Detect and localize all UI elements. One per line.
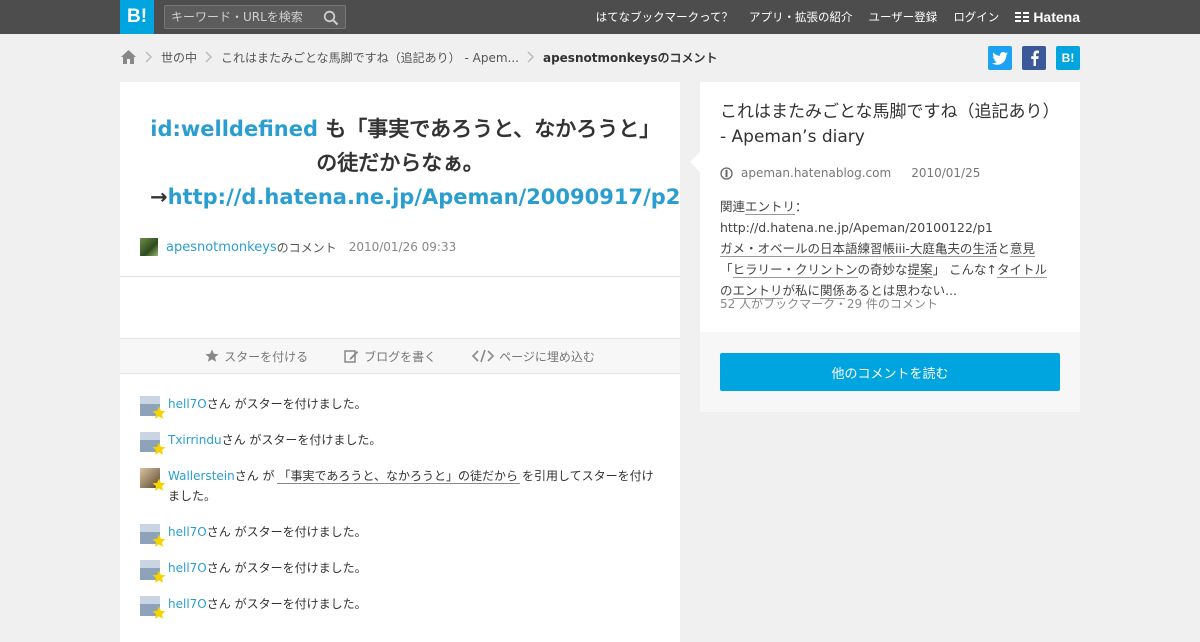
star-list: hell7Oさん がスターを付けました。 Txirrinduさん がスターを付け…: [140, 394, 660, 630]
star-text: さん がスターを付けました。: [206, 597, 367, 611]
keyword-link[interactable]: 提案: [907, 262, 933, 278]
add-star-button[interactable]: スターを付ける: [205, 348, 308, 365]
star-icon: [152, 406, 166, 419]
star-icon: [152, 442, 166, 455]
list-item: hell7Oさん がスターを付けました。: [140, 594, 660, 619]
mentioned-user-link[interactable]: id:welldefined: [150, 117, 318, 141]
site-favicon-icon: [720, 166, 733, 180]
entry-title[interactable]: これはまたみごとな馬脚ですね（追記あり） - Apeman’s diary: [720, 100, 1065, 150]
action-bar: スターを付ける ブログを書く ページに埋め込む: [120, 338, 680, 374]
comment-card: id:welldefined も「事実であろうと、なかろうと」の徒だからなぁ。→…: [120, 82, 680, 642]
list-item: hell7Oさん がスターを付けました。: [140, 522, 660, 547]
hatena-brand[interactable]: Hatena: [1015, 9, 1080, 25]
keyword-link[interactable]: タイトル: [997, 262, 1048, 278]
nav-about[interactable]: はてなブックマークって？: [596, 9, 733, 25]
summary-text: 」 こんな↑: [932, 262, 998, 277]
hatena-logo-icon: [1015, 12, 1030, 22]
star-icon: [152, 570, 166, 583]
add-star-label: スターを付ける: [224, 349, 309, 364]
twitter-icon: [992, 51, 1008, 65]
summary-text: 「: [720, 262, 733, 277]
breadcrumb-current: apesnotmonkeysのコメント: [542, 50, 718, 65]
search-box[interactable]: [164, 5, 346, 29]
facebook-share-button[interactable]: [1022, 46, 1046, 70]
breadcrumb-entry[interactable]: これはまたみごとな馬脚ですね（追記あり） - Apem...: [221, 49, 519, 66]
bookmark-count[interactable]: 52 人がブックマーク・29 件のコメント: [720, 295, 938, 312]
embed-label: ページに埋め込む: [499, 349, 595, 364]
chevron-right-icon: [205, 51, 213, 63]
chevron-right-icon: [145, 51, 153, 63]
star-text: さん がスターを付けました。: [206, 525, 367, 539]
star-icon: [152, 478, 166, 491]
star-user-link[interactable]: Txirrindu: [168, 433, 222, 447]
search-icon[interactable]: [323, 10, 339, 26]
comment-body: id:welldefined も「事実であろうと、なかろうと」の徒だからなぁ。→…: [150, 112, 680, 214]
share-buttons: B!: [978, 46, 1080, 70]
entry-card: これはまたみごとな馬脚ですね（追記あり） - Apeman’s diary ap…: [690, 82, 1080, 412]
embed-button[interactable]: ページに埋め込む: [472, 348, 595, 365]
hatena-bookmark-share-button[interactable]: B!: [1056, 46, 1080, 70]
breadcrumb-category[interactable]: 世の中: [161, 49, 197, 66]
summary-text: 関連: [720, 199, 746, 214]
home-icon[interactable]: [120, 49, 137, 65]
list-item: hell7Oさん がスターを付けました。: [140, 558, 660, 583]
divider: [120, 276, 680, 277]
card-pointer: [690, 152, 700, 172]
write-blog-button[interactable]: ブログを書く: [344, 348, 436, 365]
entry-summary: 関連エントリ：http://d.hatena.ne.jp/Apeman/2010…: [720, 196, 1065, 301]
comment-author-suffix: のコメント: [276, 240, 337, 255]
star-user-link[interactable]: Wallerstein: [168, 469, 235, 483]
keyword-link[interactable]: ヒラリー・クリントン: [732, 262, 858, 278]
top-bar: B! はてなブックマークって？ アプリ・拡張の紹介 ユーザー登録 ログイン Ha…: [0, 0, 1200, 34]
hatena-bookmark-logo[interactable]: B!: [120, 0, 154, 34]
entry-date: 2010/01/25: [911, 166, 981, 180]
star-user-link[interactable]: hell7O: [168, 561, 207, 575]
summary-text: の奇妙な: [857, 262, 908, 277]
star-text-pre: さん が: [234, 469, 275, 483]
summary-text: と: [997, 241, 1010, 256]
entry-domain[interactable]: apeman.hatenablog.com: [741, 166, 891, 180]
star-icon: [152, 534, 166, 547]
list-item: hell7Oさん がスターを付けました。: [140, 394, 660, 419]
keyword-link[interactable]: 生活: [972, 241, 998, 257]
avatar[interactable]: [140, 238, 158, 256]
star-text: さん がスターを付けました。: [206, 561, 367, 575]
keyword-link[interactable]: エントリ: [745, 199, 796, 215]
list-item: Txirrinduさん がスターを付けました。: [140, 430, 660, 455]
read-other-comments-button[interactable]: 他のコメントを読む: [720, 353, 1060, 391]
entry-card-footer: 他のコメントを読む: [700, 332, 1080, 412]
keyword-link[interactable]: ガメ・オベールの日本語練習帳iii-大庭亀夫の: [720, 241, 973, 257]
star-icon: [152, 606, 166, 619]
top-nav: はてなブックマークって？ アプリ・拡張の紹介 ユーザー登録 ログイン Haten…: [580, 0, 1080, 34]
star-user-link[interactable]: hell7O: [168, 397, 207, 411]
star-user-link[interactable]: hell7O: [168, 525, 207, 539]
comment-date[interactable]: 2010/01/26 09:33: [349, 240, 457, 254]
star-icon: [205, 349, 219, 362]
chevron-right-icon: [527, 51, 535, 63]
facebook-icon: [1030, 50, 1039, 66]
star-user-link[interactable]: hell7O: [168, 597, 207, 611]
star-text: さん がスターを付けました。: [206, 397, 367, 411]
keyword-link[interactable]: 意見: [1009, 241, 1035, 257]
search-input[interactable]: [171, 8, 319, 26]
nav-apps[interactable]: アプリ・拡張の紹介: [749, 9, 853, 25]
comment-author[interactable]: apesnotmonkeys: [166, 240, 277, 255]
hatena-brand-label: Hatena: [1033, 9, 1080, 25]
edit-icon: [344, 350, 359, 363]
twitter-share-button[interactable]: [988, 46, 1012, 70]
nav-register[interactable]: ユーザー登録: [869, 9, 938, 25]
write-blog-label: ブログを書く: [364, 349, 437, 364]
star-quote: 「事実であろうと、なかろうと」の徒だから: [276, 469, 520, 484]
breadcrumb: 世の中 これはまたみごとな馬脚ですね（追記あり） - Apem... apesn…: [120, 44, 718, 70]
comment-url-link[interactable]: http://d.hatena.ne.jp/Apeman/20090917/p2: [168, 185, 681, 209]
star-text: さん がスターを付けました。: [221, 433, 382, 447]
entry-meta: apeman.hatenablog.com 2010/01/25: [720, 166, 980, 180]
code-icon: [472, 349, 495, 363]
comment-meta: apesnotmonkeys のコメント 2010/01/26 09:33: [140, 237, 456, 257]
list-item: Wallersteinさん が「事実であろうと、なかろうと」の徒だから を引用して…: [140, 466, 660, 506]
nav-login[interactable]: ログイン: [953, 9, 999, 25]
